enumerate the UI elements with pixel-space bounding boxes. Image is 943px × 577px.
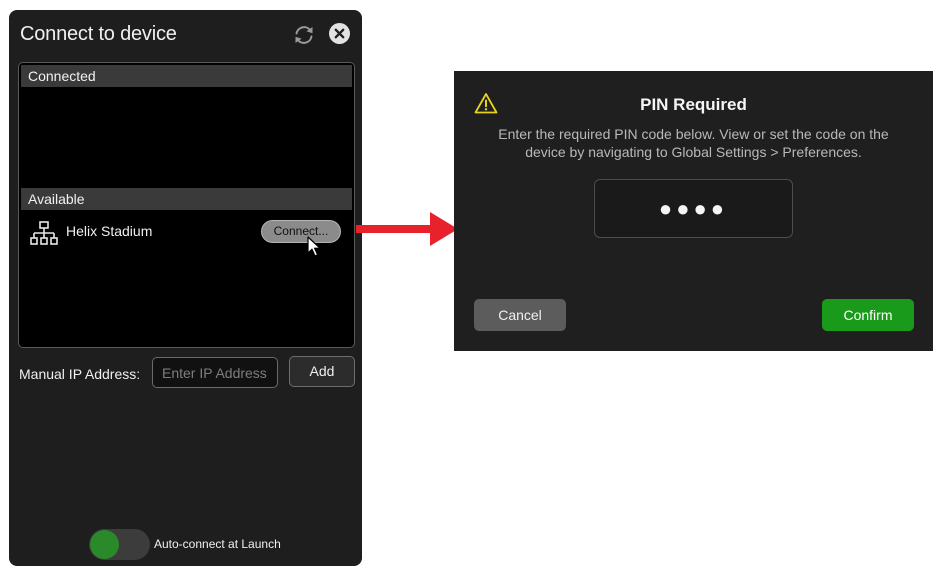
connect-button[interactable]: Connect...: [261, 220, 341, 243]
auto-connect-label: Auto-connect at Launch: [154, 537, 281, 551]
auto-connect-toggle[interactable]: [89, 529, 150, 560]
pin-input[interactable]: ●●●●: [594, 179, 793, 238]
ip-address-input[interactable]: [152, 357, 278, 388]
device-list: Connected Available Helix Stadium Connec…: [18, 62, 355, 348]
dialog-message: Enter the required PIN code below. View …: [498, 126, 889, 160]
pin-required-dialog: PIN Required Enter the required PIN code…: [454, 71, 933, 351]
refresh-icon[interactable]: [292, 23, 316, 47]
arrow-right-icon: [356, 212, 458, 246]
cursor-icon: [307, 236, 321, 257]
device-name: Helix Stadium: [66, 223, 153, 239]
close-icon[interactable]: [329, 23, 350, 44]
manual-ip-label: Manual IP Address:: [19, 366, 141, 382]
cancel-button[interactable]: Cancel: [474, 299, 566, 331]
toggle-knob: [90, 530, 119, 559]
confirm-button[interactable]: Confirm: [822, 299, 914, 331]
add-button[interactable]: Add: [289, 356, 355, 387]
connected-section-header: Connected: [21, 65, 352, 87]
network-icon: [30, 221, 58, 245]
connect-to-device-panel: Connect to device Connected Available He…: [9, 10, 362, 566]
panel-title: Connect to device: [20, 23, 177, 45]
available-section-header: Available: [21, 188, 352, 210]
dialog-title: PIN Required: [640, 95, 747, 114]
device-row-helix-stadium: Helix Stadium Connect...: [21, 213, 352, 251]
stage: Connect to device Connected Available He…: [0, 0, 943, 577]
